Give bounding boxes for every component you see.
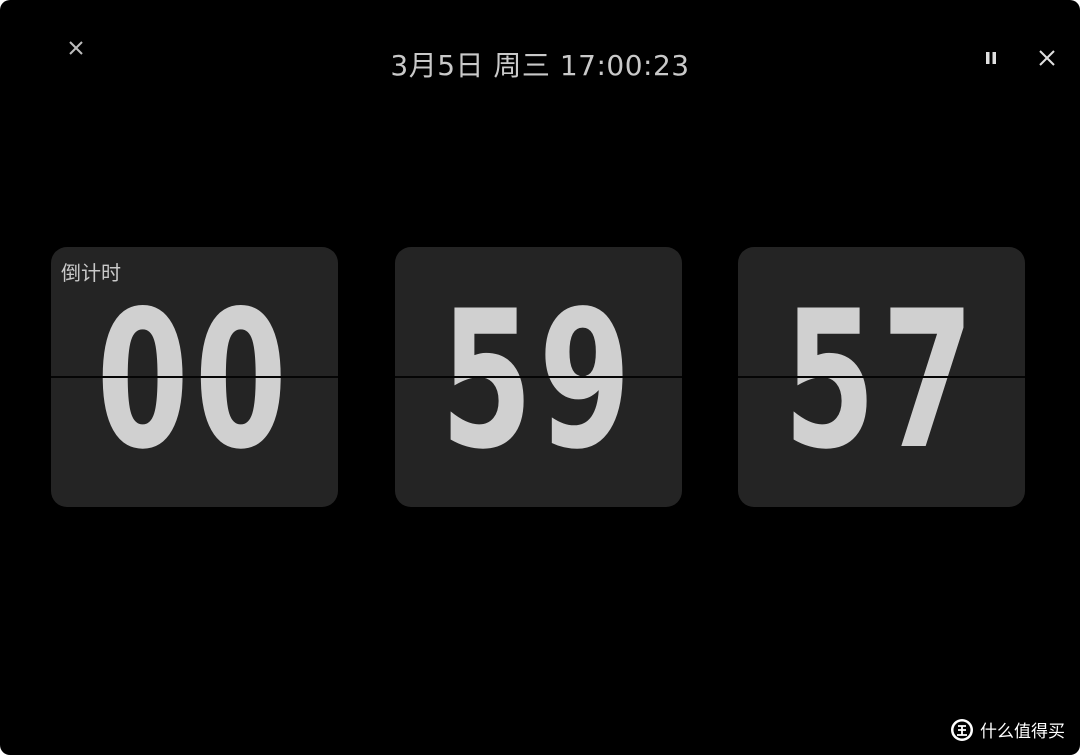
- card-split-line: [51, 376, 338, 378]
- zhi-logo-icon: [950, 718, 974, 746]
- current-datetime: 3月5日 周三 17:00:23: [390, 49, 690, 82]
- watermark-text: 什么值得买: [980, 722, 1065, 742]
- pause-icon: [984, 51, 998, 65]
- flip-clock-window: 3月5日 周三 17:00:23 00 倒计时 59 57 什么值得买: [0, 0, 1080, 755]
- card-split-line: [738, 376, 1025, 378]
- hours-flip-card: 00 倒计时: [51, 247, 338, 507]
- countdown-label: 倒计时: [61, 261, 121, 285]
- minutes-flip-card: 59: [395, 247, 682, 507]
- watermark: 什么值得买: [950, 718, 1065, 746]
- close-icon: [1038, 49, 1056, 67]
- pause-button[interactable]: [977, 44, 1005, 72]
- close-window-button-right[interactable]: [1033, 44, 1061, 72]
- seconds-flip-card: 57: [738, 247, 1025, 507]
- card-split-line: [395, 376, 682, 378]
